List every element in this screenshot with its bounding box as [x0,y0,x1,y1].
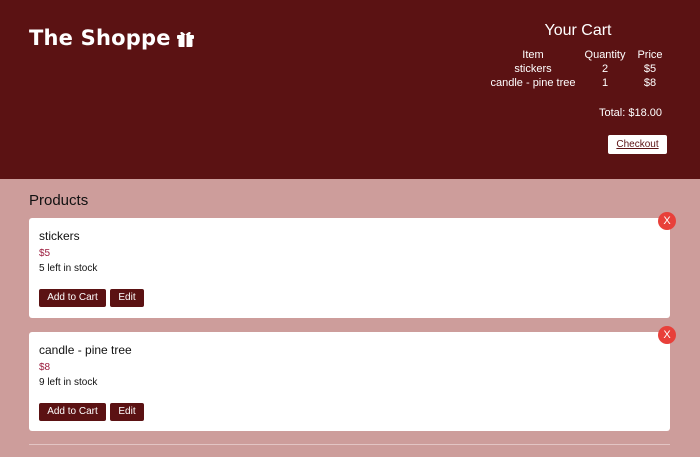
product-name: candle - pine tree [39,343,132,357]
divider [29,444,670,445]
add-to-cart-button[interactable]: Add to Cart [39,289,106,307]
product-card: stickers $5 5 left in stock Add to Cart … [29,218,670,318]
cart-row: stickers 2 $5 [486,63,676,77]
gift-icon [176,29,195,48]
add-to-cart-button[interactable]: Add to Cart [39,403,106,421]
product-name: stickers [39,229,80,243]
edit-button[interactable]: Edit [110,289,144,307]
cart-header-price: Price [637,49,663,61]
product-price: $5 [39,248,51,259]
product-price: $8 [39,362,51,373]
checkout-button[interactable]: Checkout [608,135,667,154]
cart-row-quantity: 2 [601,63,609,75]
cart-row-price: $8 [643,77,657,89]
cart-table: Item Quantity Price stickers 2 $5 candle… [486,49,676,91]
cart-header-item: Item [522,49,544,61]
cart-row-price: $5 [643,63,657,75]
cart-row-quantity: 1 [601,77,609,89]
brand-logo[interactable]: The Shoppe [29,26,195,50]
delete-product-button[interactable]: X [658,212,676,230]
cart-header-row: Item Quantity Price [486,49,676,63]
products-heading: Products [29,192,89,209]
brand-name: The Shoppe [29,26,171,50]
cart-total: Total: $18.00 [599,107,662,119]
cart-row: candle - pine tree 1 $8 [486,77,676,91]
product-card: candle - pine tree $8 9 left in stock Ad… [29,332,670,431]
delete-product-button[interactable]: X [658,326,676,344]
cart-row-item: candle - pine tree [490,77,576,89]
cart-title: Your Cart [544,22,612,39]
cart-header-quantity: Quantity [584,49,626,61]
cart-row-item: stickers [514,63,552,75]
product-stock: 9 left in stock [39,377,98,388]
edit-button[interactable]: Edit [110,403,144,421]
product-stock: 5 left in stock [39,263,98,274]
header: The Shoppe Your Cart Item Quantity Price… [0,0,700,179]
